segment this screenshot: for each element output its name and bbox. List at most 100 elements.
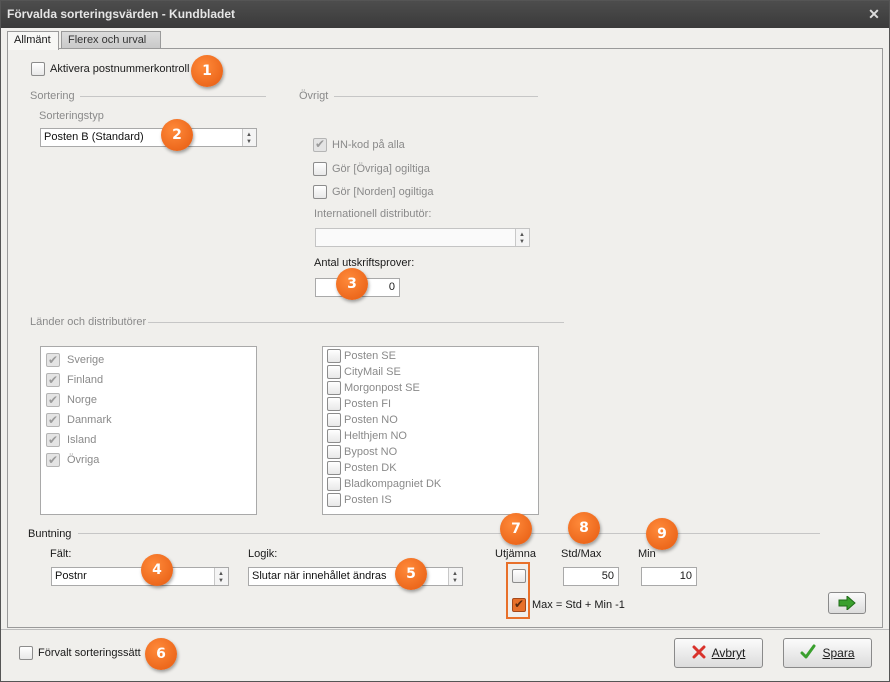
save-button[interactable]: Spara: [783, 638, 872, 668]
country-item[interactable]: ✔ Sverige: [41, 352, 256, 368]
distributor-item[interactable]: Posten NO: [323, 412, 538, 428]
default-sort-label: Förvalt sorteringssätt: [38, 647, 141, 659]
countries-group-label: Länder och distributörer: [30, 316, 147, 328]
country-item[interactable]: ✔ Island: [41, 432, 256, 448]
country-checkbox[interactable]: ✔: [46, 453, 60, 467]
spinner-arrows-icon[interactable]: ▲ ▼: [515, 229, 529, 246]
equalize-label: Utjämna: [495, 548, 536, 560]
sorting-type-label: Sorteringstyp: [39, 110, 104, 122]
distributor-item[interactable]: Posten FI: [323, 396, 538, 412]
countries-group-divider: [148, 322, 564, 323]
country-checkbox[interactable]: ✔: [46, 393, 60, 407]
logic-select[interactable]: Slutar när innehållet ändras ▲ ▼: [248, 567, 463, 586]
country-checkbox[interactable]: ✔: [46, 433, 60, 447]
postal-check-label: Aktivera postnummerkontroll: [50, 63, 190, 75]
max-formula-checkbox[interactable]: ✔: [512, 597, 526, 612]
bundling-group-label: Buntning: [28, 528, 72, 540]
distributor-label: Posten IS: [344, 494, 392, 506]
distributor-checkbox[interactable]: [327, 381, 341, 395]
badge-8: 8: [568, 512, 600, 544]
country-checkbox[interactable]: ✔: [46, 413, 60, 427]
spinner-arrows-icon[interactable]: ▲ ▼: [242, 129, 256, 146]
distributor-item[interactable]: Posten SE: [323, 348, 538, 364]
spinner-arrows-icon[interactable]: ▲ ▼: [448, 568, 462, 585]
cancel-x-icon: [692, 645, 706, 659]
equalize-checkbox[interactable]: [512, 569, 526, 583]
checkmark-icon: ✔: [315, 137, 326, 151]
min-input[interactable]: 10: [641, 567, 697, 586]
distributor-item[interactable]: Morgonpost SE: [323, 380, 538, 396]
intl-distributor-select[interactable]: ▲ ▼: [315, 228, 530, 247]
distributor-checkbox[interactable]: [327, 429, 341, 443]
footer-bar: Förvalt sorteringssätt 6 Avbryt Spara: [1, 629, 889, 681]
sorting-group-divider: [80, 96, 266, 97]
cancel-button[interactable]: Avbryt: [674, 638, 763, 668]
country-item[interactable]: ✔ Övriga: [41, 452, 256, 468]
logic-label: Logik:: [248, 548, 278, 560]
stdmax-input[interactable]: 50: [563, 567, 619, 586]
distributor-checkbox[interactable]: [327, 445, 341, 459]
badge-3: 3: [336, 268, 368, 300]
distributor-checkbox[interactable]: [327, 461, 341, 475]
country-label: Danmark: [67, 414, 112, 426]
distributor-checkbox[interactable]: [327, 413, 341, 427]
country-checkbox[interactable]: ✔: [46, 353, 60, 367]
distributor-item[interactable]: Bladkompagniet DK: [323, 476, 538, 492]
stdmax-label: Std/Max: [561, 548, 602, 560]
other-group-label: Övrigt: [299, 90, 329, 102]
distributor-checkbox[interactable]: [327, 493, 341, 507]
distributor-label: Posten SE: [344, 350, 396, 362]
distributor-label: Morgonpost SE: [344, 382, 420, 394]
dialog-window: Förvalda sorteringsvärden - Kundbladet ✕…: [0, 0, 890, 682]
tab-flerex-och-urval[interactable]: Flerex och urval: [61, 31, 161, 49]
close-icon[interactable]: ✕: [867, 1, 881, 28]
sorting-type-select[interactable]: Posten B (Standard) ▲ ▼: [40, 128, 257, 147]
distributor-item[interactable]: Bypost NO: [323, 444, 538, 460]
distributor-item[interactable]: Posten DK: [323, 460, 538, 476]
distributor-label: Posten FI: [344, 398, 392, 410]
country-label: Finland: [67, 374, 104, 386]
default-sort-checkbox[interactable]: [19, 646, 33, 660]
title-bar: Förvalda sorteringsvärden - Kundbladet ✕: [1, 1, 889, 28]
distributor-checkbox[interactable]: [327, 477, 341, 491]
badge-6: 6: [145, 638, 177, 670]
invalid-north-label: Gör [Norden] ogiltiga: [332, 186, 434, 198]
distributor-label: Bladkompagniet DK: [344, 478, 442, 490]
sorting-group-label: Sortering: [30, 90, 75, 102]
postal-check-checkbox[interactable]: [31, 62, 45, 76]
hn-code-checkbox[interactable]: ✔: [313, 137, 327, 152]
distributor-label: Helthjem NO: [344, 430, 407, 442]
country-item[interactable]: ✔ Finland: [41, 372, 256, 388]
distributor-checkbox[interactable]: [327, 349, 341, 363]
country-item[interactable]: ✔ Danmark: [41, 412, 256, 428]
distributor-item[interactable]: Helthjem NO: [323, 428, 538, 444]
checkmark-icon: ✔: [48, 433, 59, 447]
distributor-label: CityMail SE: [344, 366, 401, 378]
invalid-north-checkbox[interactable]: [313, 185, 327, 199]
countries-list[interactable]: ✔ Sverige ✔ Finland ✔ Norge ✔ Danmark ✔ …: [40, 346, 257, 515]
field-value: Postnr: [55, 570, 87, 582]
country-item[interactable]: ✔ Norge: [41, 392, 256, 408]
bundling-group-divider: [78, 533, 820, 534]
distributor-label: Posten DK: [344, 462, 397, 474]
print-samples-label: Antal utskriftsprover:: [314, 257, 415, 269]
cancel-label: Avbryt: [711, 646, 746, 660]
distributor-item[interactable]: Posten IS: [323, 492, 538, 508]
checkmark-icon: ✔: [48, 373, 59, 387]
badge-4: 4: [141, 554, 173, 586]
other-group-divider: [334, 96, 538, 97]
hn-code-label: HN-kod på alla: [332, 139, 405, 151]
field-select[interactable]: Postnr ▲ ▼: [51, 567, 229, 586]
invalid-other-checkbox[interactable]: [313, 162, 327, 176]
spinner-arrows-icon[interactable]: ▲ ▼: [214, 568, 228, 585]
distributor-label: Bypost NO: [344, 446, 398, 458]
tab-allmant[interactable]: Allmänt: [7, 31, 59, 50]
country-checkbox[interactable]: ✔: [46, 373, 60, 387]
distributor-checkbox[interactable]: [327, 397, 341, 411]
checkmark-icon: ✔: [48, 453, 59, 467]
distributor-item[interactable]: CityMail SE: [323, 364, 538, 380]
window-title: Förvalda sorteringsvärden - Kundbladet: [7, 7, 236, 21]
distributor-checkbox[interactable]: [327, 365, 341, 379]
distributors-list[interactable]: Posten SE CityMail SE Morgonpost SE Post…: [322, 346, 539, 515]
apply-arrow-button[interactable]: [828, 592, 866, 614]
